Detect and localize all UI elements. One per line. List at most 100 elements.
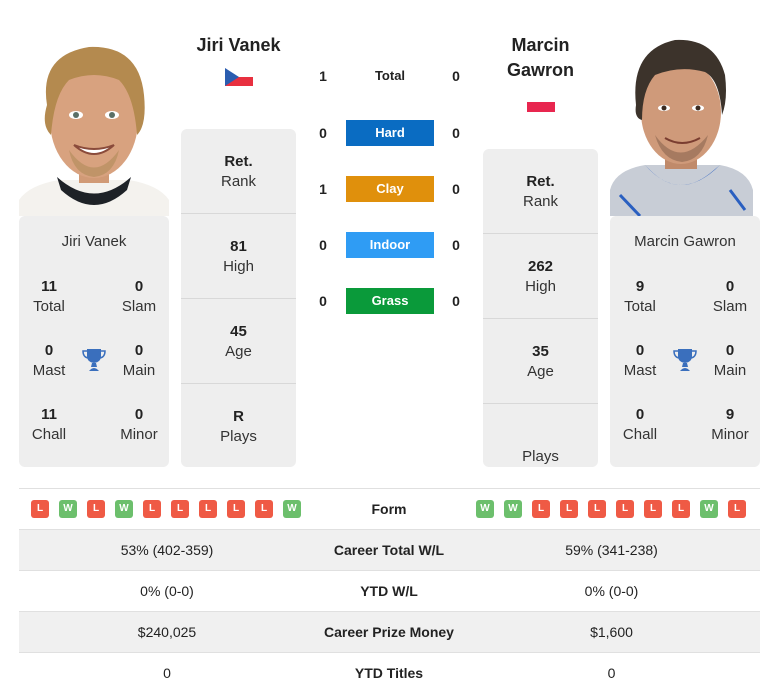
player1-titles-total: 11 Total	[19, 277, 79, 317]
form-row: LWLWLLLLLW Form WWLLLLLLWL	[19, 488, 760, 529]
player1-card-name[interactable]: Jiri Vanek	[19, 233, 169, 250]
surface-badge-indoor[interactable]: Indoor	[346, 232, 434, 258]
player1-rank-value: Ret.	[224, 153, 253, 170]
player2-portrait-image	[610, 30, 753, 216]
h2h-row-hard: 0 Hard 0	[305, 120, 475, 146]
surface-badge-clay[interactable]: Clay	[346, 176, 434, 202]
player1-photo	[19, 25, 169, 216]
trophy-icon	[81, 347, 107, 373]
divider	[483, 318, 598, 319]
form-result-win[interactable]: W	[59, 500, 77, 518]
player2-rank-label: Rank	[522, 193, 559, 210]
player1-age-label: Age	[225, 343, 252, 360]
player1-value: 53% (402-359)	[120, 542, 214, 558]
h2h-p1-value: 1	[319, 181, 327, 197]
form-result-loss[interactable]: L	[171, 500, 189, 518]
form-result-loss[interactable]: L	[644, 500, 662, 518]
h2h-p1-value: 1	[319, 68, 327, 84]
form-label: Form	[371, 501, 407, 517]
table-row: $240,025 Career Prize Money $1,600	[19, 611, 760, 652]
h2h-p2-value: 0	[452, 125, 460, 141]
player2-age-label: Age	[527, 363, 554, 380]
stat-value: 11	[41, 278, 57, 295]
player1-high: 81 High	[181, 237, 296, 277]
player1-titles-card: Jiri Vanek 11 Total 0 Slam 0 Mast 0 Main…	[19, 216, 169, 467]
form-result-loss[interactable]: L	[532, 500, 550, 518]
form-result-loss[interactable]: L	[255, 500, 273, 518]
player2-photo	[610, 30, 753, 216]
row-label: YTD W/L	[360, 583, 418, 599]
stat-label: Slam	[121, 298, 157, 315]
stat-value: 0	[635, 406, 645, 423]
stat-value: 9	[725, 406, 735, 423]
form-result-loss[interactable]: L	[87, 500, 105, 518]
stat-label: Chall	[31, 426, 67, 443]
player2-value: 59% (341-238)	[565, 542, 658, 558]
form-result-loss[interactable]: L	[728, 500, 746, 518]
stat-value: 11	[41, 406, 57, 423]
surface-badge-hard[interactable]: Hard	[346, 120, 434, 146]
player1-value: 0	[163, 665, 171, 681]
player2-name-last: Gawron	[506, 60, 574, 80]
player1-name[interactable]: Jiri Vanek	[181, 33, 296, 58]
form-result-loss[interactable]: L	[560, 500, 578, 518]
stat-label: Minor	[120, 426, 158, 443]
player2-plays-value	[483, 427, 598, 447]
player2-titles-total: 9 Total	[610, 277, 670, 317]
surface-badge-grass[interactable]: Grass	[346, 288, 434, 314]
player1-rank: Ret. Rank	[181, 152, 296, 192]
player2-titles-mast: 0 Mast	[610, 341, 670, 381]
divider	[483, 403, 598, 404]
player2-age-value: 35	[532, 343, 549, 360]
player1-plays: R Plays	[181, 407, 296, 447]
player2-titles-card: Marcin Gawron 9 Total 0 Slam 0 Mast 0 Ma…	[610, 216, 760, 467]
trophy-icon	[672, 347, 698, 373]
stat-value: 0	[134, 342, 144, 359]
player2-rank: Ret. Rank	[483, 172, 598, 212]
player1-plays-value: R	[233, 408, 244, 425]
divider	[181, 383, 296, 384]
player1-high-value: 81	[230, 238, 247, 255]
player2-titles-chall: 0 Chall	[610, 405, 670, 445]
row-label: YTD Titles	[354, 665, 424, 681]
player1-titles-main: 0 Main	[109, 341, 169, 381]
player2-name-first: Marcin	[511, 35, 570, 55]
player2-name[interactable]: Marcin Gawron	[483, 33, 598, 83]
h2h-row-grass: 0 Grass 0	[305, 288, 475, 314]
stat-label: Minor	[711, 426, 749, 443]
player2-high: 262 High	[483, 257, 598, 297]
form-result-loss[interactable]: L	[616, 500, 634, 518]
stat-label: Mast	[623, 362, 657, 379]
form-result-win[interactable]: W	[504, 500, 522, 518]
stat-label: Main	[713, 362, 747, 379]
player1-titles-slam: 0 Slam	[109, 277, 169, 317]
player1-titles-minor: 0 Minor	[109, 405, 169, 445]
h2h-label-total: Total	[374, 68, 406, 83]
divider	[181, 213, 296, 214]
player2-card-name[interactable]: Marcin Gawron	[610, 233, 760, 250]
player2-plays: Plays	[483, 427, 598, 467]
form-result-win[interactable]: W	[283, 500, 301, 518]
player1-age: 45 Age	[181, 322, 296, 362]
form-result-loss[interactable]: L	[588, 500, 606, 518]
table-row: 0 YTD Titles 0	[19, 652, 760, 693]
player2-rank-value: Ret.	[526, 173, 555, 190]
form-result-win[interactable]: W	[476, 500, 494, 518]
form-result-win[interactable]: W	[700, 500, 718, 518]
h2h-p1-value: 0	[319, 125, 327, 141]
form-result-win[interactable]: W	[115, 500, 133, 518]
player1-value: 0% (0-0)	[140, 583, 194, 599]
player2-value: 0% (0-0)	[584, 583, 639, 599]
form-result-loss[interactable]: L	[227, 500, 245, 518]
player2-titles-main: 0 Main	[700, 341, 760, 381]
stat-label: Mast	[32, 362, 66, 379]
form-result-loss[interactable]: L	[143, 500, 161, 518]
form-result-loss[interactable]: L	[199, 500, 217, 518]
form-result-loss[interactable]: L	[31, 500, 49, 518]
player1-value: $240,025	[137, 624, 197, 640]
comparison-table: LWLWLLLLLW Form WWLLLLLLWL 53% (402-359)…	[19, 488, 760, 693]
h2h-p1-value: 0	[319, 237, 327, 253]
player2-high-value: 262	[527, 258, 554, 275]
form-result-loss[interactable]: L	[672, 500, 690, 518]
stat-value: 0	[44, 342, 54, 359]
